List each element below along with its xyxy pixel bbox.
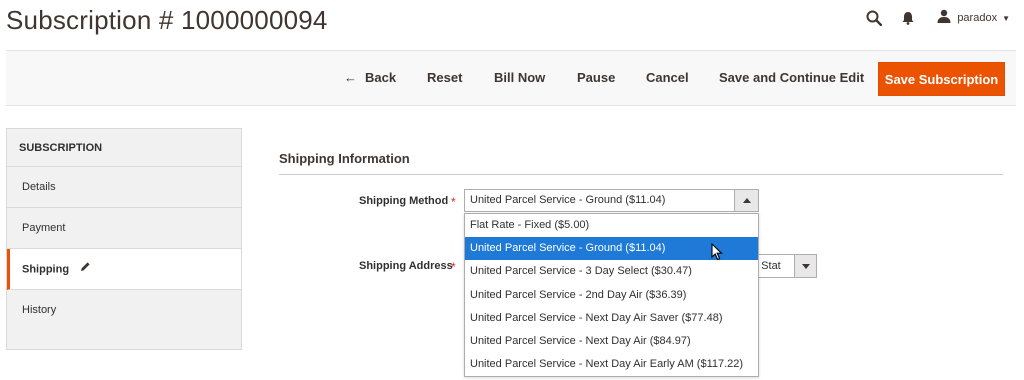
sidebar-item-label: Details (22, 181, 56, 193)
subscription-sidebar: SUBSCRIPTION Details Payment Shipping Hi… (6, 128, 242, 350)
dropdown-option[interactable]: United Parcel Service - 2nd Day Air ($36… (465, 284, 758, 307)
sidebar-item-shipping[interactable]: Shipping (7, 249, 241, 290)
section-title: Shipping Information (279, 151, 410, 166)
page-actions-toolbar: ← Back Reset Bill Now Pause Cancel Save a… (6, 50, 1016, 106)
dropdown-toggle-button[interactable] (734, 190, 758, 211)
back-arrow-icon: ← (344, 70, 357, 85)
sidebar-heading: SUBSCRIPTION (7, 129, 241, 167)
chevron-down-icon: ▼ (1002, 13, 1010, 23)
search-icon[interactable] (863, 7, 885, 29)
user-menu[interactable]: paradox ▼ (937, 9, 1010, 28)
dropdown-option[interactable]: Flat Rate - Fixed ($5.00) (465, 214, 758, 237)
page-title: Subscription # 1000000094 (6, 5, 328, 35)
sidebar-item-label: History (22, 304, 57, 316)
reset-button[interactable]: Reset (427, 51, 462, 105)
pencil-icon (80, 249, 91, 290)
shipping-method-select[interactable]: United Parcel Service - Ground ($11.04) (464, 189, 759, 212)
pause-button[interactable]: Pause (577, 51, 615, 105)
dropdown-option[interactable]: United Parcel Service - Next Day Air Sav… (465, 307, 758, 330)
caret-up-icon (742, 190, 751, 211)
shipping-method-label: Shipping Method (359, 195, 449, 207)
dropdown-toggle-button[interactable] (794, 255, 816, 277)
required-marker: * (451, 260, 456, 274)
dropdown-option[interactable]: United Parcel Service - Next Day Air Ear… (465, 353, 758, 376)
sidebar-item-payment[interactable]: Payment (7, 208, 241, 249)
section-divider (279, 174, 1003, 175)
bill-now-button[interactable]: Bill Now (494, 51, 545, 105)
bell-icon[interactable] (897, 7, 919, 29)
user-name: paradox (957, 12, 998, 24)
header-actions: paradox ▼ (863, 8, 1010, 28)
sidebar-item-details[interactable]: Details (7, 167, 241, 208)
back-button-label: Back (365, 70, 397, 85)
sidebar-item-history[interactable]: History (7, 290, 241, 331)
dropdown-option[interactable]: United Parcel Service - Next Day Air ($8… (465, 330, 758, 353)
sidebar-item-label: Shipping (22, 263, 70, 276)
back-button[interactable]: ← Back (344, 51, 396, 105)
shipping-method-options: Flat Rate - Fixed ($5.00) United Parcel … (464, 213, 759, 377)
save-subscription-button[interactable]: Save Subscription (878, 62, 1005, 96)
sidebar-item-label: Payment (22, 222, 66, 234)
shipping-address-label: Shipping Address (359, 260, 453, 272)
required-marker: * (451, 195, 456, 209)
user-icon (937, 9, 951, 28)
cancel-button[interactable]: Cancel (646, 51, 689, 105)
shipping-address-select[interactable]: d Stat (755, 254, 817, 278)
dropdown-option[interactable]: United Parcel Service - 3 Day Select ($3… (465, 260, 758, 283)
save-and-continue-button[interactable]: Save and Continue Edit (719, 51, 864, 105)
dropdown-option-selected[interactable]: United Parcel Service - Ground ($11.04) (465, 237, 758, 261)
caret-down-icon (801, 255, 810, 277)
shipping-method-value: United Parcel Service - Ground ($11.04) (470, 194, 666, 206)
